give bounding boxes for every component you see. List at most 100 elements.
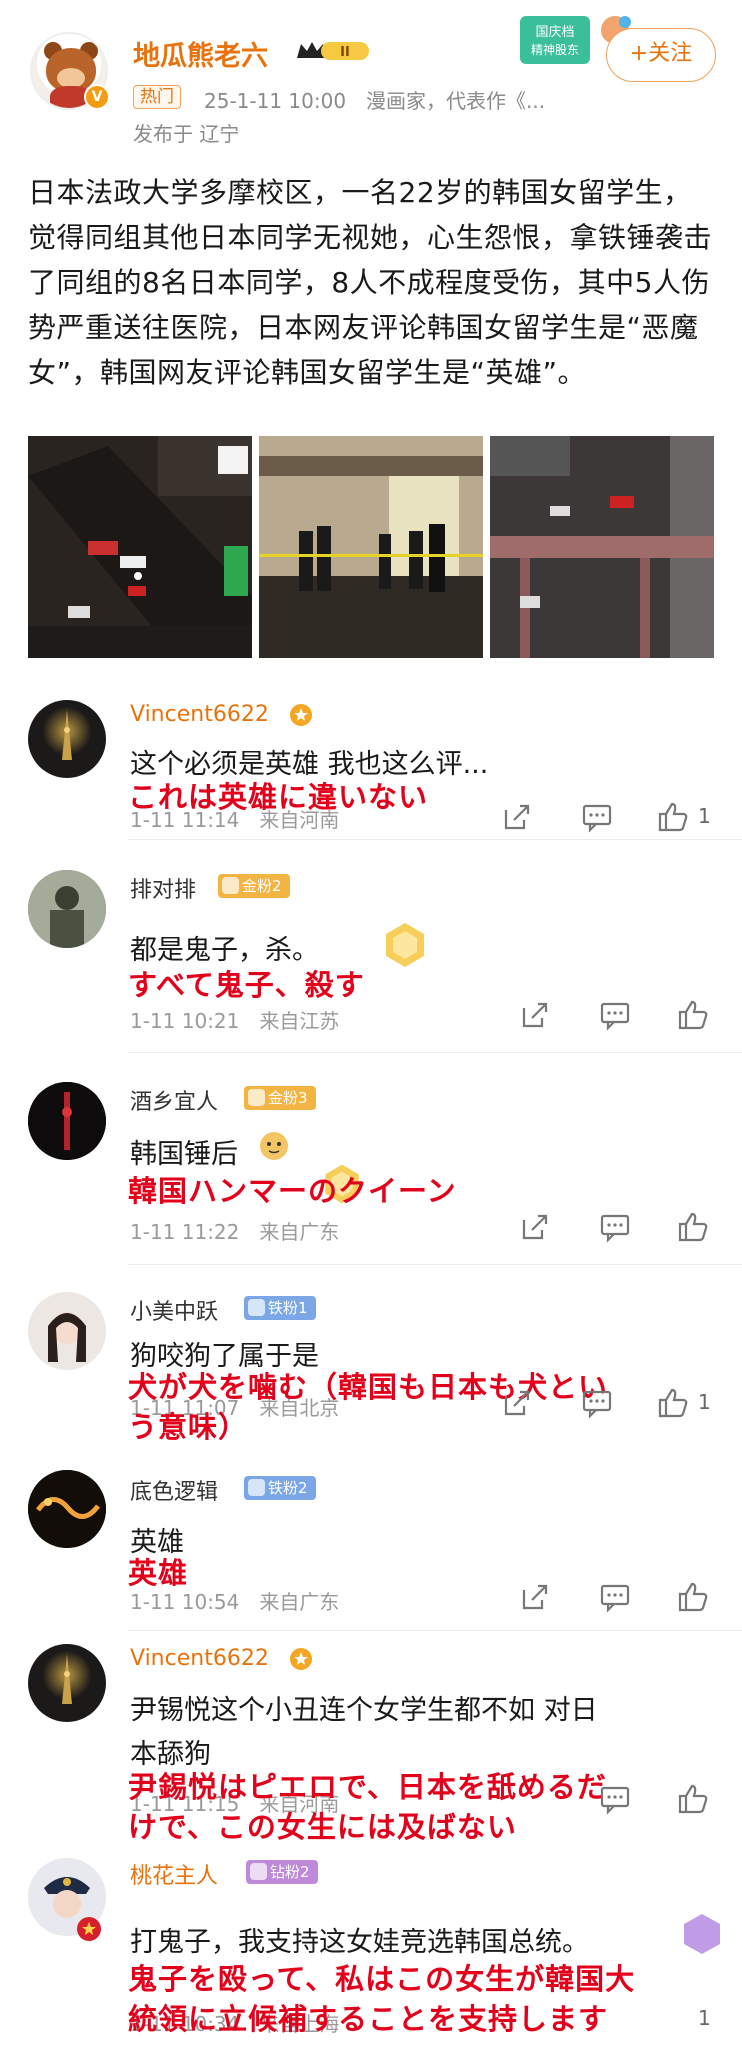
comment-divider xyxy=(128,1630,742,1631)
comment-text: 都是鬼子，杀。 xyxy=(130,935,319,966)
fan-badge-label: 铁粉1 xyxy=(268,1299,308,1317)
comment-translation-line-2: う意味） xyxy=(128,1410,249,1444)
share-icon[interactable] xyxy=(518,1210,552,1244)
post-location: 发布于 辽宁 xyxy=(133,122,240,146)
like-icon[interactable] xyxy=(676,998,710,1032)
post-header: V 地瓜熊老六 II 热门 25-1-11 10:00 漫画家，代表作《... … xyxy=(0,0,742,165)
comment-item: Vincent6622 尹锡悦这个小丑连个女学生都不如 对日 本舔狗 1-11 … xyxy=(0,1636,742,1852)
night-tower-avatar-image xyxy=(28,1082,106,1160)
comment-meta: 1-11 11:14 来自河南 xyxy=(130,808,340,832)
doge-emoji-icon xyxy=(260,1132,288,1160)
commenter-name[interactable]: Vincent6622 xyxy=(130,702,269,727)
comment-reply-icon[interactable] xyxy=(598,1580,632,1614)
post-image-3[interactable] xyxy=(490,436,714,658)
share-icon[interactable] xyxy=(518,998,552,1032)
vip-badge-icon xyxy=(290,704,312,726)
commenter-avatar[interactable] xyxy=(28,1470,106,1548)
fan-badge: 钻粉2 xyxy=(246,1860,318,1884)
comment-translation-line-2: 統領に立候補することを支持します xyxy=(128,2002,609,2036)
comment-translation-line-1: 犬が犬を噛む（韓国も日本も犬とい xyxy=(128,1370,609,1404)
share-icon[interactable] xyxy=(518,1580,552,1614)
commenter-name[interactable]: 排对排 xyxy=(130,872,196,904)
comment-reply-icon[interactable] xyxy=(580,800,614,834)
comment-reply-icon[interactable] xyxy=(580,1386,614,1420)
comment-reply-icon[interactable] xyxy=(598,1210,632,1244)
fan-badge-label: 铁粉2 xyxy=(268,1479,308,1497)
like-icon[interactable] xyxy=(676,1210,710,1244)
share-icon[interactable] xyxy=(500,1386,534,1420)
fan-badge-icon xyxy=(248,1089,265,1106)
like-count: 1 xyxy=(698,804,711,828)
comment-item: Vincent6622 这个必须是英雄 我也这么评... これは英雄に違いない … xyxy=(0,690,742,840)
post-meta: 25-1-11 10:00 漫画家，代表作《... xyxy=(204,89,546,113)
comment-item: 酒乡宜人 金粉3 韩国锤后 韓国ハンマーのクイーン 1-11 11:22 来自广… xyxy=(0,1072,742,1268)
share-icon[interactable] xyxy=(500,800,534,834)
promo-text-1: 国庆档 xyxy=(535,25,574,40)
purple-sticker-icon xyxy=(684,1914,720,1954)
comment-translation: 韓国ハンマーのクイーン xyxy=(128,1174,457,1208)
like-icon[interactable] xyxy=(656,800,690,834)
comment-meta: 1-11 10:21 来自江苏 xyxy=(130,1009,340,1033)
vip-badge-icon xyxy=(290,1648,312,1670)
comment-reply-icon[interactable] xyxy=(598,1782,632,1816)
comment-translation-line-1: 鬼子を殴って、私はこの女生が韓国大 xyxy=(128,1962,636,1996)
like-icon[interactable] xyxy=(656,1386,690,1420)
fan-badge: 铁粉1 xyxy=(244,1296,316,1320)
girl-avatar-image xyxy=(28,1292,106,1370)
commenter-name[interactable]: 底色逻辑 xyxy=(130,1474,218,1506)
comment-item: 小美中跃 铁粉1 狗咬狗了属于是 1-11 11:07 来自北京 犬が犬を噛む（… xyxy=(0,1282,742,1454)
fan-badge-label: 金粉3 xyxy=(268,1089,308,1107)
level-badge-text: II xyxy=(340,45,350,60)
bear-face xyxy=(57,68,85,88)
aerial-night-scene-image xyxy=(28,436,252,658)
fan-badge-icon xyxy=(248,1299,265,1316)
fan-badge-label: 金粉2 xyxy=(242,877,282,895)
commenter-name[interactable]: 桃花主人 xyxy=(130,1858,218,1890)
like-icon[interactable] xyxy=(676,1580,710,1614)
post-body: 日本法政大学多摩校区，一名22岁的韩国女留学生，觉得同组其他日本同学无视她，心生… xyxy=(28,176,713,389)
comment-translation: すべて鬼子、殺す xyxy=(128,968,365,1002)
verified-icon: V xyxy=(84,84,110,110)
fan-badge-icon xyxy=(222,877,239,894)
comment-divider xyxy=(128,1264,742,1265)
comment-item: 桃花主人 钻粉2 打鬼子，我支持这女娃竞选韩国总统。 1-11 10:34 来自… xyxy=(0,1854,742,2048)
commenter-avatar[interactable] xyxy=(28,1644,106,1722)
comment-text-line-1: 尹锡悦这个小丑连个女学生都不如 对日 xyxy=(130,1695,598,1726)
comment-item: 排对排 金粉2 都是鬼子，杀。 すべて鬼子、殺す 1-11 10:21 来自江苏 xyxy=(0,860,742,1058)
aerial-campus-image xyxy=(490,436,714,658)
like-count: 1 xyxy=(698,2006,711,2030)
like-icon[interactable] xyxy=(676,1782,710,1816)
fan-badge-label: 钻粉2 xyxy=(270,1863,310,1881)
fan-badge: 金粉2 xyxy=(218,874,290,898)
comment-translation-line-1: 尹錫悦はピエロで、日本を舐めるだ xyxy=(128,1770,607,1804)
commenter-avatar[interactable] xyxy=(28,1082,106,1160)
post-image-1[interactable] xyxy=(28,436,252,658)
hot-tag: 热门 xyxy=(133,85,181,109)
commenter-avatar[interactable] xyxy=(28,1292,106,1370)
level-badge-icon: II xyxy=(297,42,369,60)
fan-badge-icon xyxy=(248,1479,265,1496)
comment-translation-line-2: けで、この女生には及ばない xyxy=(128,1810,517,1844)
comment-divider xyxy=(128,1052,742,1053)
commenter-name[interactable]: Vincent6622 xyxy=(130,1646,269,1671)
tower-avatar-image xyxy=(62,1654,72,1704)
promo-text-2: 精神股东 xyxy=(531,43,579,57)
comment-item: 底色逻辑 铁粉2 英雄 英雄 1-11 10:54 来自广东 xyxy=(0,1460,742,1632)
comment-meta: 1-11 11:22 来自广东 xyxy=(130,1220,340,1244)
post-image-2[interactable] xyxy=(259,436,483,658)
like-count: 1 xyxy=(698,1390,711,1414)
follow-button[interactable]: +关注 xyxy=(606,28,716,82)
comment-reply-icon[interactable] xyxy=(598,998,632,1032)
police-scene-image xyxy=(259,436,483,658)
tower-avatar-image xyxy=(62,710,72,760)
comment-divider xyxy=(128,839,742,840)
comment-text: 打鬼子，我支持这女娃竞选韩国总统。 xyxy=(130,1927,589,1958)
soldier-avatar-image xyxy=(28,870,106,948)
comment-meta: 1-11 10:54 来自广东 xyxy=(130,1590,340,1614)
author-name[interactable]: 地瓜熊老六 xyxy=(133,34,268,73)
commenter-name[interactable]: 酒乡宜人 xyxy=(130,1084,218,1116)
commenter-name[interactable]: 小美中跃 xyxy=(130,1294,218,1326)
commenter-avatar[interactable] xyxy=(28,870,106,948)
commenter-avatar[interactable] xyxy=(28,700,106,778)
fan-badge-icon xyxy=(250,1863,267,1880)
